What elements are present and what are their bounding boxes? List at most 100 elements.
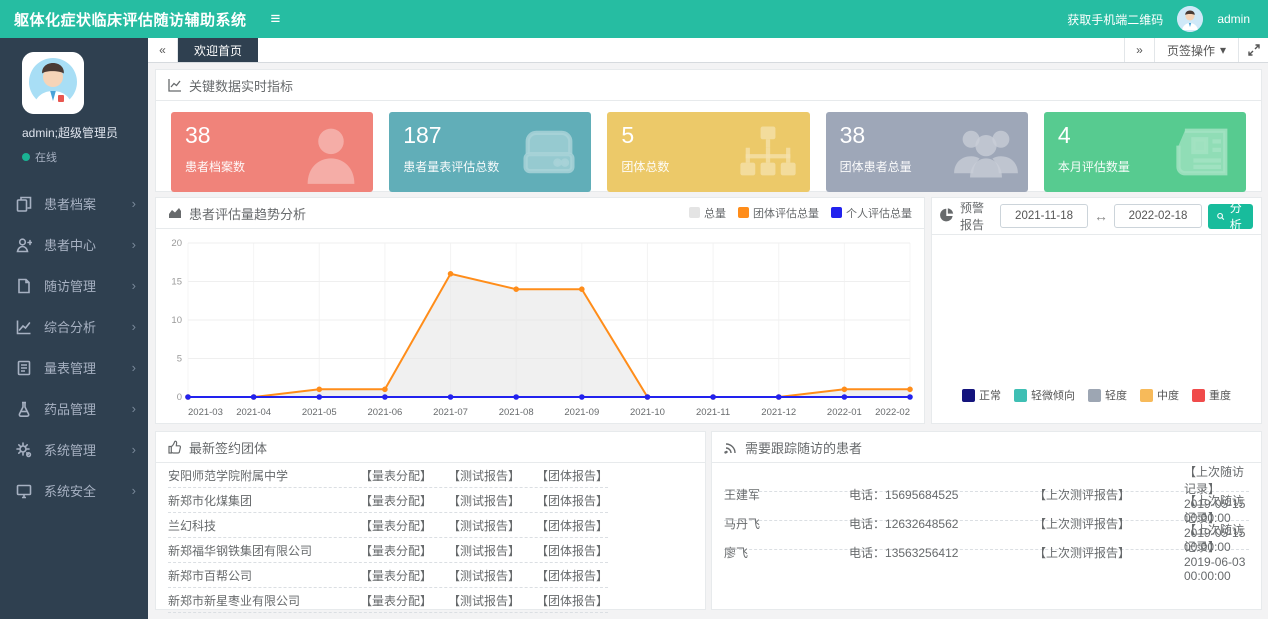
qr-code-link[interactable]: 获取手机端二维码	[1067, 11, 1163, 28]
left-right-arrow-icon: ↔	[1094, 208, 1108, 224]
assign-scale-link[interactable]: 【量表分配】	[360, 542, 432, 559]
last-followup-record: 【上次随访记录】 2019-06-03 00:00:00	[1184, 521, 1249, 583]
svg-text:2021-12: 2021-12	[761, 407, 796, 418]
assign-scale-link[interactable]: 【量表分配】	[360, 467, 432, 484]
group-name: 新郑市百帮公司	[168, 567, 360, 584]
last-assessment-report-link[interactable]: 【上次测评报告】	[1034, 486, 1184, 503]
tabs-scroll-right-icon[interactable]: »	[1124, 38, 1154, 62]
svg-text:0: 0	[177, 392, 182, 403]
copy-icon	[16, 196, 32, 212]
sidebar-item-followup[interactable]: 随访管理›	[0, 265, 148, 306]
assign-scale-link[interactable]: 【量表分配】	[360, 567, 432, 584]
online-dot-icon	[22, 153, 30, 161]
last-assessment-report-link[interactable]: 【上次测评报告】	[1034, 544, 1184, 561]
trend-chart-body[interactable]: 2021-032021-042021-052021-062021-072021-…	[156, 229, 924, 428]
group-report-link[interactable]: 【团体报告】	[536, 517, 608, 534]
trend-chart-panel: 患者评估量趋势分析 总量 团体评估总量 个人评估总量 2021-03 2021-0…	[155, 197, 925, 424]
file-alt-icon	[16, 360, 32, 376]
stat-card-patient-files[interactable]: 38 患者档案数	[171, 112, 373, 192]
group-row: 新郑市化煤集团 【量表分配】【测试报告】【团体报告】	[168, 488, 608, 513]
menu-toggle-icon[interactable]: ≡	[261, 9, 291, 29]
desktop-icon	[16, 483, 32, 499]
sitemap-icon	[734, 118, 802, 186]
date-from-input[interactable]	[1000, 204, 1088, 228]
assign-scale-link[interactable]: 【量表分配】	[360, 592, 432, 609]
user-plus-icon	[16, 237, 32, 253]
sidebar-item-system-security[interactable]: 系统安全›	[0, 470, 148, 511]
stat-card-group-total[interactable]: 5 团体总数	[607, 112, 809, 192]
app-title: 躯体化症状临床评估随访辅助系统	[0, 9, 261, 30]
search-icon	[1217, 211, 1225, 222]
sidebar-item-patient-archive[interactable]: 患者档案›	[0, 183, 148, 224]
group-row: 新郑市百帮公司 【量表分配】【测试报告】【团体报告】	[168, 563, 608, 588]
hdd-icon	[515, 118, 583, 186]
profile-avatar[interactable]	[22, 52, 84, 114]
sidebar-item-system-admin[interactable]: 系统管理›	[0, 429, 148, 470]
test-report-link[interactable]: 【测试报告】	[448, 592, 520, 609]
analyze-button[interactable]: 分析	[1208, 204, 1253, 229]
group-row: 新郑福华钢铁集团有限公司 【量表分配】【测试报告】【团体报告】	[168, 538, 608, 563]
sidebar-item-analysis[interactable]: 综合分析›	[0, 306, 148, 347]
group-report-link[interactable]: 【团体报告】	[536, 492, 608, 509]
signed-groups-title: 最新签约团体	[189, 438, 267, 457]
chevron-right-icon: ›	[132, 442, 136, 457]
svg-text:20: 20	[171, 238, 182, 249]
legend-swatch-personal	[831, 207, 842, 218]
group-name: 新郑福华钢铁集团有限公司	[168, 542, 360, 559]
signed-groups-header: 最新签约团体	[156, 432, 705, 463]
sidebar-item-patient-center[interactable]: 患者中心›	[0, 224, 148, 265]
svg-text:2021-04: 2021-04	[236, 407, 271, 418]
legend-swatch-slight-tendency	[1014, 389, 1027, 402]
followup-patients-panel: 需要跟踪随访的患者 王建军 电话：15695684525 【上次测评报告】 【上…	[711, 431, 1262, 610]
stat-card-month-assessments[interactable]: 4 本月评估数量	[1044, 112, 1246, 192]
patient-name: 廖飞	[724, 544, 849, 561]
legend-swatch-mild	[1088, 389, 1101, 402]
navbar-username[interactable]: admin	[1217, 12, 1250, 26]
trend-chart-svg: 2021-032021-042021-052021-062021-072021-…	[162, 233, 918, 423]
last-followup-record-link[interactable]: 【上次随访记录】	[1184, 523, 1244, 554]
warning-report-panel: 预警报告 ↔ 分析 正常 轻微倾向 轻度 中度 重度	[931, 197, 1262, 424]
warning-legend: 正常 轻微倾向 轻度 中度 重度	[932, 387, 1261, 403]
date-to-input[interactable]	[1114, 204, 1202, 228]
test-report-link[interactable]: 【测试报告】	[448, 492, 520, 509]
group-report-link[interactable]: 【团体报告】	[536, 467, 608, 484]
group-name: 兰幻科技	[168, 517, 360, 534]
patient-name: 马丹飞	[724, 515, 849, 532]
tab-welcome[interactable]: 欢迎首页	[178, 38, 258, 62]
test-report-link[interactable]: 【测试报告】	[448, 467, 520, 484]
stat-card-assessments-total[interactable]: 187 患者量表评估总数	[389, 112, 591, 192]
test-report-link[interactable]: 【测试报告】	[448, 517, 520, 534]
tabs-scroll-left-icon[interactable]: «	[148, 38, 178, 62]
group-report-link[interactable]: 【团体报告】	[536, 567, 608, 584]
assign-scale-link[interactable]: 【量表分配】	[360, 517, 432, 534]
user-avatar[interactable]	[1177, 6, 1203, 32]
svg-text:2021-03: 2021-03	[188, 407, 223, 418]
cogs-icon	[16, 442, 32, 458]
tab-operations-dropdown[interactable]: 页签操作▾	[1154, 38, 1238, 62]
svg-text:15: 15	[171, 277, 182, 288]
sidebar-item-scales[interactable]: 量表管理›	[0, 347, 148, 388]
flask-icon	[16, 401, 32, 417]
area-chart-icon	[168, 206, 182, 220]
newspaper-icon	[1170, 118, 1238, 186]
last-assessment-report-link[interactable]: 【上次测评报告】	[1034, 515, 1184, 532]
warning-report-title: 预警报告	[960, 199, 994, 233]
stat-card-group-patients[interactable]: 38 团体患者总量	[826, 112, 1028, 192]
chevron-right-icon: ›	[132, 278, 136, 293]
test-report-link[interactable]: 【测试报告】	[448, 567, 520, 584]
svg-text:2021-06: 2021-06	[367, 407, 402, 418]
user-icon	[297, 118, 365, 186]
trend-chart-header: 患者评估量趋势分析 总量 团体评估总量 个人评估总量	[156, 198, 924, 229]
test-report-link[interactable]: 【测试报告】	[448, 542, 520, 559]
fullscreen-icon[interactable]	[1238, 38, 1268, 62]
assign-scale-link[interactable]: 【量表分配】	[360, 492, 432, 509]
svg-text:2021-07: 2021-07	[433, 407, 468, 418]
group-report-link[interactable]: 【团体报告】	[536, 592, 608, 609]
sidebar-item-drugs[interactable]: 药品管理›	[0, 388, 148, 429]
group-report-link[interactable]: 【团体报告】	[536, 542, 608, 559]
followup-patients-title: 需要跟踪随访的患者	[745, 438, 862, 457]
legend-swatch-group	[738, 207, 749, 218]
svg-text:2022-01: 2022-01	[827, 407, 862, 418]
stats-panel-title: 关键数据实时指标	[189, 76, 293, 95]
legend-swatch-severe	[1192, 389, 1205, 402]
